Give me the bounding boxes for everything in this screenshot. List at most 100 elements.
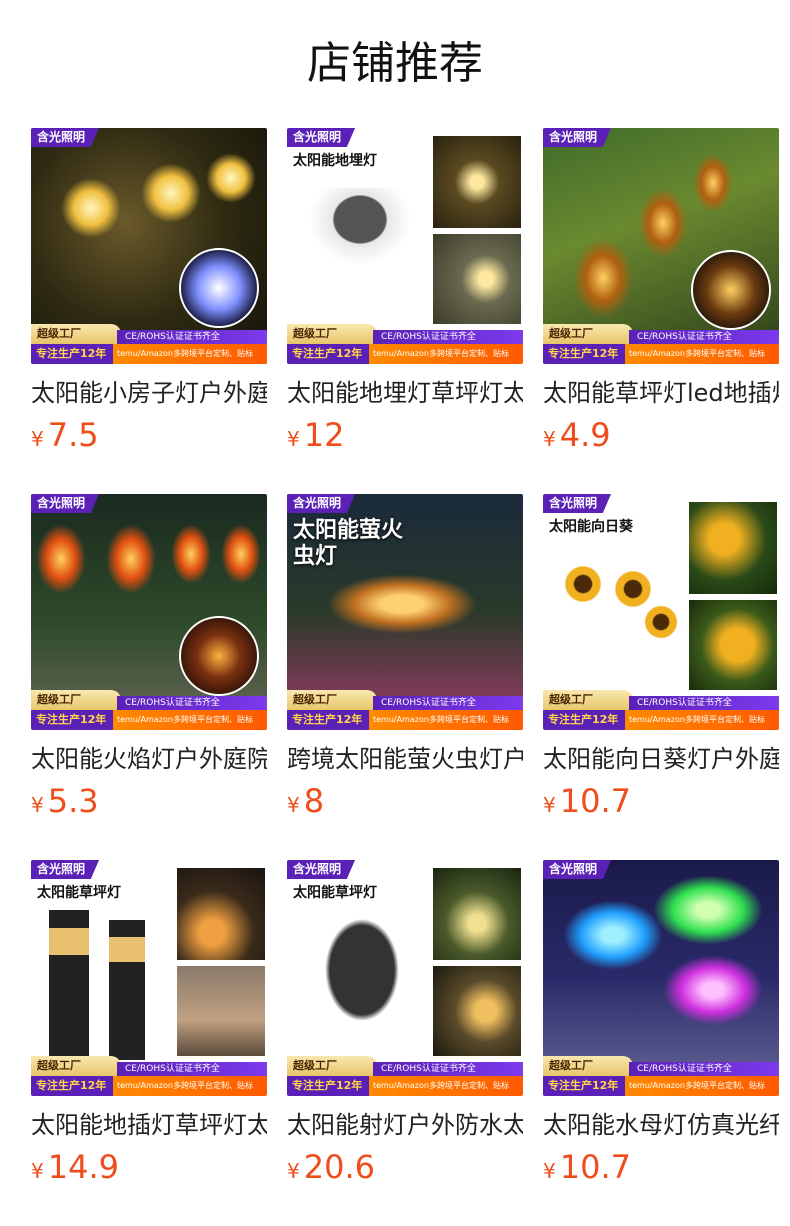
product-price: ¥5.3 [31,782,99,820]
factory-badge: 超级工厂 [31,690,121,710]
product-image[interactable]: 含光照明 太阳能萤火虫灯 超级工厂 CE/ROHS认证证书齐全 专注生产12年 … [287,494,523,730]
promo-bar: 超级工厂 CE/ROHS认证证书齐全 专注生产12年 temu/Amazon多跨… [31,1056,267,1096]
product-price: ¥8 [287,782,324,820]
years-badge: 专注生产12年 [31,344,113,364]
currency-symbol: ¥ [31,427,44,451]
currency-symbol: ¥ [31,1159,44,1183]
brand-badge: 含光照明 [543,494,612,513]
product-name[interactable]: 太阳能火焰灯户外庭院灯 [31,744,267,774]
promo-bar: 超级工厂 CE/ROHS认证证书齐全 专注生产12年 temu/Amazon多跨… [287,324,523,364]
brand-badge: 含光照明 [31,494,100,513]
promo-bar: 超级工厂 CE/ROHS认证证书齐全 专注生产12年 temu/Amazon多跨… [543,1056,779,1096]
brand-badge: 含光照明 [31,128,100,147]
promo-title: 太阳能草坪灯 [293,885,377,901]
custom-badge: temu/Amazon多跨境平台定制、贴标 [625,1076,779,1096]
product-card[interactable]: 含光照明 太阳能草坪灯 超级工厂 CE/ROHS认证证书齐全 专注生产12年 t… [31,860,267,1190]
factory-badge: 超级工厂 [31,324,121,344]
promo-title: 太阳能萤火虫灯 [293,518,404,569]
custom-badge: temu/Amazon多跨境平台定制、贴标 [113,1076,267,1096]
promo-bar: 超级工厂 CE/ROHS认证证书齐全 专注生产12年 temu/Amazon多跨… [31,690,267,730]
promo-title: 太阳能草坪灯 [37,885,121,901]
factory-badge: 超级工厂 [543,324,633,344]
factory-badge: 超级工厂 [543,1056,633,1076]
product-name[interactable]: 太阳能草坪灯led地插灯 [543,378,779,408]
cert-badge: CE/ROHS认证证书齐全 [629,1062,779,1076]
product-card[interactable]: 含光照明 超级工厂 CE/ROHS认证证书齐全 专注生产12年 temu/Ama… [31,128,267,458]
promo-bar: 超级工厂 CE/ROHS认证证书齐全 专注生产12年 temu/Amazon多跨… [543,690,779,730]
product-image[interactable]: 含光照明 太阳能草坪灯 超级工厂 CE/ROHS认证证书齐全 专注生产12年 t… [287,860,523,1096]
product-image[interactable]: 含光照明 超级工厂 CE/ROHS认证证书齐全 专注生产12年 temu/Ama… [543,860,779,1096]
custom-badge: temu/Amazon多跨境平台定制、贴标 [625,710,779,730]
custom-badge: temu/Amazon多跨境平台定制、贴标 [369,1076,523,1096]
factory-badge: 超级工厂 [31,1056,121,1076]
product-price: ¥12 [287,416,344,454]
years-badge: 专注生产12年 [543,344,625,364]
product-price: ¥10.7 [543,782,631,820]
product-card[interactable]: 含光照明 超级工厂 CE/ROHS认证证书齐全 专注生产12年 temu/Ama… [543,860,779,1190]
currency-symbol: ¥ [543,427,556,451]
currency-symbol: ¥ [31,793,44,817]
product-image[interactable]: 含光照明 太阳能草坪灯 超级工厂 CE/ROHS认证证书齐全 专注生产12年 t… [31,860,267,1096]
product-image[interactable]: 含光照明 超级工厂 CE/ROHS认证证书齐全 专注生产12年 temu/Ama… [31,494,267,730]
factory-badge: 超级工厂 [543,690,633,710]
cert-badge: CE/ROHS认证证书齐全 [373,1062,523,1076]
price-value: 7.5 [47,416,99,454]
cert-badge: CE/ROHS认证证书齐全 [629,330,779,344]
years-badge: 专注生产12年 [31,710,113,730]
product-name[interactable]: 太阳能地插灯草坪灯太阳能 [31,1110,267,1140]
product-card[interactable]: 含光照明 太阳能地埋灯 超级工厂 CE/ROHS认证证书齐全 专注生产12年 t… [287,128,523,458]
factory-badge: 超级工厂 [287,690,377,710]
product-card[interactable]: 含光照明 太阳能萤火虫灯 超级工厂 CE/ROHS认证证书齐全 专注生产12年 … [287,494,523,824]
promo-bar: 超级工厂 CE/ROHS认证证书齐全 专注生产12年 temu/Amazon多跨… [287,690,523,730]
cert-badge: CE/ROHS认证证书齐全 [117,330,267,344]
promo-bar: 超级工厂 CE/ROHS认证证书齐全 专注生产12年 temu/Amazon多跨… [543,324,779,364]
product-price: ¥20.6 [287,1148,375,1186]
promo-title: 太阳能向日葵 [549,519,633,535]
years-badge: 专注生产12年 [287,1076,369,1096]
product-card[interactable]: 含光照明 太阳能向日葵 超级工厂 CE/ROHS认证证书齐全 专注生产12年 t… [543,494,779,824]
product-name[interactable]: 太阳能射灯户外防水太阳能 [287,1110,523,1140]
product-name[interactable]: 跨境太阳能萤火虫灯户外 [287,744,523,774]
price-value: 10.7 [559,1148,631,1186]
brand-badge: 含光照明 [543,860,612,879]
product-image[interactable]: 含光照明 超级工厂 CE/ROHS认证证书齐全 专注生产12年 temu/Ama… [543,128,779,364]
factory-badge: 超级工厂 [287,1056,377,1076]
cert-badge: CE/ROHS认证证书齐全 [373,330,523,344]
cert-badge: CE/ROHS认证证书齐全 [117,1062,267,1076]
product-name[interactable]: 太阳能小房子灯户外庭院 [31,378,267,408]
currency-symbol: ¥ [287,1159,300,1183]
product-price: ¥10.7 [543,1148,631,1186]
product-image[interactable]: 含光照明 太阳能地埋灯 超级工厂 CE/ROHS认证证书齐全 专注生产12年 t… [287,128,523,364]
currency-symbol: ¥ [543,1159,556,1183]
price-value: 10.7 [559,782,631,820]
years-badge: 专注生产12年 [287,344,369,364]
custom-badge: temu/Amazon多跨境平台定制、贴标 [625,344,779,364]
product-name[interactable]: 太阳能地埋灯草坪灯太阳能 [287,378,523,408]
price-value: 12 [303,416,345,454]
product-image[interactable]: 含光照明 太阳能向日葵 超级工厂 CE/ROHS认证证书齐全 专注生产12年 t… [543,494,779,730]
years-badge: 专注生产12年 [543,710,625,730]
price-value: 5.3 [47,782,99,820]
years-badge: 专注生产12年 [31,1076,113,1096]
product-image[interactable]: 含光照明 超级工厂 CE/ROHS认证证书齐全 专注生产12年 temu/Ama… [31,128,267,364]
product-name[interactable]: 太阳能向日葵灯户外庭院 [543,744,779,774]
product-name[interactable]: 太阳能水母灯仿真光纤灯 [543,1110,779,1140]
promo-bar: 超级工厂 CE/ROHS认证证书齐全 专注生产12年 temu/Amazon多跨… [287,1056,523,1096]
currency-symbol: ¥ [543,793,556,817]
cert-badge: CE/ROHS认证证书齐全 [629,696,779,710]
price-value: 8 [303,782,325,820]
product-card[interactable]: 含光照明 超级工厂 CE/ROHS认证证书齐全 专注生产12年 temu/Ama… [31,494,267,824]
custom-badge: temu/Amazon多跨境平台定制、贴标 [113,344,267,364]
brand-badge: 含光照明 [287,128,356,147]
custom-badge: temu/Amazon多跨境平台定制、贴标 [369,710,523,730]
brand-badge: 含光照明 [543,128,612,147]
promo-bar: 超级工厂 CE/ROHS认证证书齐全 专注生产12年 temu/Amazon多跨… [31,324,267,364]
brand-badge: 含光照明 [31,860,100,879]
price-value: 20.6 [303,1148,375,1186]
price-value: 4.9 [559,416,611,454]
factory-badge: 超级工厂 [287,324,377,344]
product-price: ¥14.9 [31,1148,119,1186]
product-card[interactable]: 含光照明 太阳能草坪灯 超级工厂 CE/ROHS认证证书齐全 专注生产12年 t… [287,860,523,1190]
product-card[interactable]: 含光照明 超级工厂 CE/ROHS认证证书齐全 专注生产12年 temu/Ama… [543,128,779,458]
custom-badge: temu/Amazon多跨境平台定制、贴标 [113,710,267,730]
